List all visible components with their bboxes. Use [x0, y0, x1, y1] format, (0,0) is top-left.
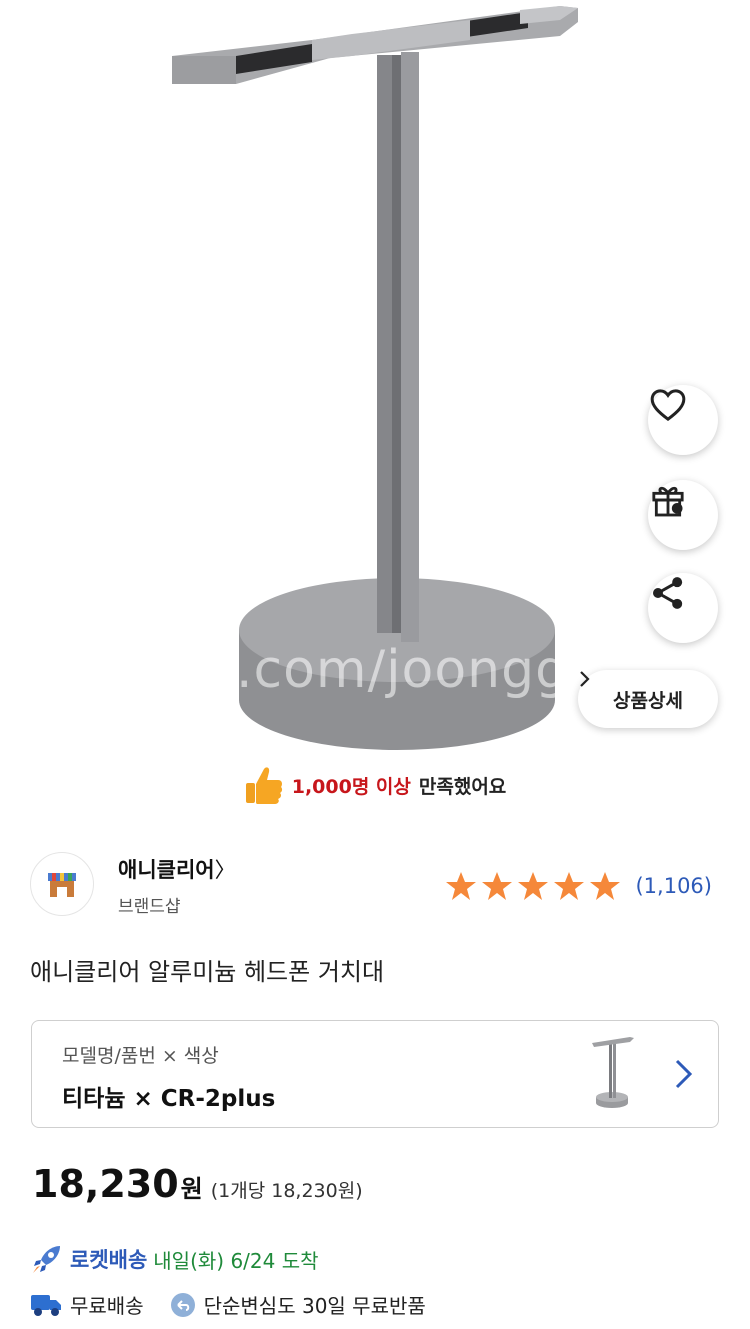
brand-subtitle: 브랜드샵	[118, 897, 181, 917]
rocket-delivery-row: 로켓배송 내일(화) 6/24 도착	[30, 1242, 319, 1276]
price-currency: 원	[180, 1175, 203, 1203]
arrival-date: 내일(화) 6/24 도착	[153, 1248, 319, 1273]
thumbs-up-icon	[245, 767, 282, 804]
chevron-right-icon	[675, 1059, 693, 1089]
chevron-right-icon	[580, 671, 590, 687]
product-detail-button[interactable]: 상품상세	[578, 670, 718, 728]
star-icon	[590, 872, 621, 900]
rocket-delivery-label: 로켓배송	[70, 1248, 148, 1272]
price-amount: 18,230	[32, 1162, 179, 1206]
satisfaction-banner: 1,000명 이상 만족했어요	[0, 760, 750, 810]
rating-summary[interactable]: (1,106)	[445, 870, 712, 902]
rocket-icon	[33, 1246, 60, 1273]
option-thumbnail	[592, 1037, 634, 1108]
free-shipping-text: 무료배송	[70, 1294, 144, 1318]
option-selector[interactable]: 모델명/품번 × 색상 티타늄 × CR-2plus	[31, 1020, 719, 1128]
unit-price: (1개당 18,230원)	[210, 1180, 363, 1202]
star-icon	[518, 872, 549, 900]
review-count: (1,106)	[635, 874, 712, 898]
star-icon	[446, 872, 477, 900]
star-icon	[554, 872, 585, 900]
product-title: 애니클리어 알루미늄 헤드폰 거치대	[30, 958, 385, 986]
wishlist-button[interactable]	[648, 385, 718, 455]
product-image[interactable]: .com/joonggonara 상품상세	[0, 0, 750, 760]
free-return-text: 단순변심도 30일 무료반품	[203, 1294, 426, 1318]
satisfaction-highlight: 1,000명 이상	[291, 775, 411, 798]
star-rating	[446, 872, 621, 900]
option-value: 티타늄 × CR-2plus	[62, 1086, 276, 1112]
brand-shop-row: 애니클리어〉 브랜드샵 (1,106)	[30, 852, 720, 922]
gift-button[interactable]	[648, 480, 718, 550]
store-icon	[48, 873, 76, 897]
chevron-right-icon: 〉	[214, 858, 236, 882]
brand-name-link[interactable]: 애니클리어〉	[118, 854, 236, 884]
share-button[interactable]	[648, 573, 718, 643]
product-detail-label: 상품상세	[613, 689, 683, 712]
share-icon	[653, 577, 683, 609]
star-icon	[482, 872, 513, 900]
satisfaction-text: 만족했어요	[418, 775, 507, 798]
return-icon	[170, 1292, 195, 1317]
brand-shop-logo[interactable]	[30, 852, 94, 916]
price-row: 18,230 원 (1개당 18,230원)	[32, 1162, 363, 1206]
gift-icon	[652, 486, 684, 517]
option-label: 모델명/품번 × 색상	[62, 1045, 219, 1067]
shipping-info-row: 무료배송 단순변심도 30일 무료반품	[30, 1290, 426, 1319]
brand-name: 애니클리어	[118, 858, 215, 882]
truck-icon	[31, 1294, 61, 1316]
heart-icon	[650, 389, 686, 422]
